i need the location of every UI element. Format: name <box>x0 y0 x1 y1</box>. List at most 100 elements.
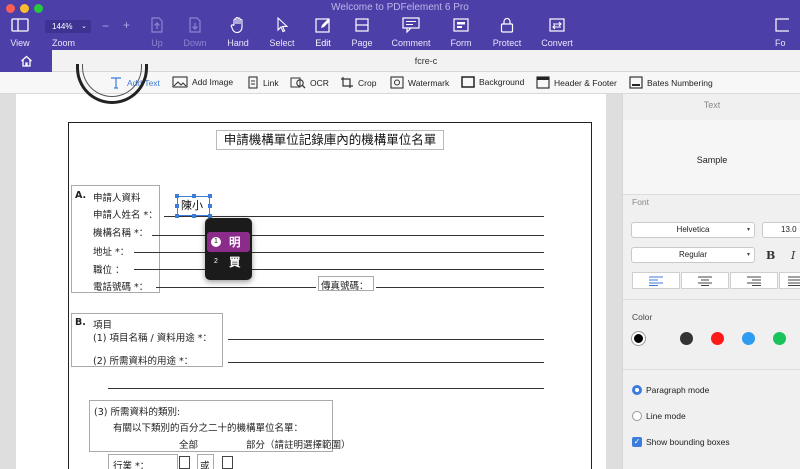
font-family-select[interactable]: Helvetica ▾ <box>631 222 755 238</box>
part-checkbox[interactable] <box>222 456 233 469</box>
align-justify-button[interactable] <box>779 272 800 289</box>
color-swatch-black-selected[interactable] <box>632 332 645 345</box>
lock-icon <box>482 16 532 34</box>
divider <box>623 369 800 370</box>
font-section-label: Font <box>632 197 650 207</box>
color-swatch-red[interactable] <box>711 332 724 345</box>
zoom-label: Zoom <box>52 38 76 48</box>
resize-handle-bm[interactable] <box>192 214 196 218</box>
align-center-button[interactable] <box>681 272 729 289</box>
comment-icon <box>386 16 436 34</box>
background-icon <box>461 76 475 88</box>
all-checkbox[interactable] <box>179 456 190 469</box>
line-mode-radio[interactable] <box>632 411 642 421</box>
watermark-button[interactable]: Watermark <box>390 76 449 89</box>
comment-tool-button[interactable]: Comment <box>386 16 436 48</box>
pdf-page[interactable]: 申請機構單位記錄庫內的機構單位名單 A. 申請人資料 申請人姓名 *： 機構名稱… <box>16 64 606 469</box>
text-edit-box[interactable]: 陳小 <box>177 196 210 216</box>
resize-handle-tl[interactable] <box>175 194 179 198</box>
org-label: 機構名稱 *： <box>93 228 149 239</box>
bates-label: Bates Numbering <box>647 77 713 88</box>
hand-tool-button[interactable]: Hand <box>213 16 263 48</box>
protect-label: Protect <box>492 38 522 48</box>
link-label: Link <box>263 77 279 88</box>
bates-numbering-button[interactable]: Bates Numbering <box>629 76 713 89</box>
font-style-value: Regular <box>678 250 707 259</box>
form-tool-button[interactable]: Form <box>436 16 486 48</box>
add-image-button[interactable]: Add Image <box>172 76 233 88</box>
panel-header: Text <box>623 100 800 124</box>
phone-line <box>156 287 316 288</box>
industry-label: 行業 *： <box>113 461 150 469</box>
resize-handle-mr[interactable] <box>208 204 212 208</box>
font-size-select[interactable]: 13.0 <box>762 222 800 238</box>
align-left-button[interactable] <box>632 272 680 289</box>
font-size-value: 13.0 <box>781 225 797 234</box>
watermark-icon <box>390 76 404 89</box>
convert-tool-button[interactable]: Convert <box>532 16 582 48</box>
document-viewport[interactable]: 申請機構單位記錄庫內的機構單位名單 A. 申請人資料 申請人姓名 *： 機構名稱… <box>0 64 622 469</box>
resize-handle-ml[interactable] <box>175 204 179 208</box>
ocr-label: OCR <box>310 77 329 88</box>
view-button[interactable]: View <box>0 16 45 48</box>
ime-candidate-char: 買 <box>229 255 241 269</box>
align-center-icon <box>698 276 712 286</box>
all-label: 全部 <box>179 440 199 451</box>
font-tool-button[interactable]: Fo <box>775 16 800 48</box>
zoom-out-button[interactable]: − <box>102 19 109 33</box>
line-mode-label: Line mode <box>646 411 686 421</box>
resize-handle-tr[interactable] <box>208 194 212 198</box>
zoom-in-button[interactable]: + <box>123 18 130 32</box>
resize-handle-tm[interactable] <box>192 194 196 198</box>
add-image-label: Add Image <box>192 77 234 87</box>
show-bounding-boxes-checkbox[interactable]: ✓ <box>632 437 642 447</box>
crop-button[interactable]: Crop <box>340 76 376 89</box>
header-footer-button[interactable]: Header & Footer <box>536 76 617 89</box>
divider <box>623 299 800 300</box>
alignment-group <box>632 272 800 289</box>
page-icon <box>337 16 387 34</box>
window-title: Welcome to PDFelement 6 Pro <box>331 2 469 13</box>
position-line <box>134 269 544 270</box>
page-label: Page <box>351 38 373 48</box>
background-button[interactable]: Background <box>461 76 524 88</box>
item2-label: (2) 所需資料的用途 *： <box>93 356 194 367</box>
link-button[interactable]: Link <box>247 76 279 89</box>
ime-candidate-1[interactable]: 1 明 <box>207 232 250 252</box>
hand-label: Hand <box>227 38 249 48</box>
phone-label: 電話號碼 *： <box>93 282 149 293</box>
view-icon <box>0 16 45 34</box>
paragraph-mode-radio[interactable] <box>632 385 642 395</box>
header-footer-label: Header & Footer <box>554 77 617 88</box>
zoom-select[interactable]: 144% ⌄ <box>45 20 91 33</box>
tab-home[interactable] <box>0 50 52 72</box>
align-right-button[interactable] <box>730 272 778 289</box>
ime-candidate-2[interactable]: 2 買 <box>207 252 250 272</box>
tab-document[interactable]: fcre-c <box>52 50 800 72</box>
font-style-select[interactable]: Regular ▾ <box>631 247 755 263</box>
fax-label: 傳真號碼： <box>321 281 369 292</box>
form-icon <box>436 16 486 34</box>
color-swatch-dark-gray[interactable] <box>680 332 693 345</box>
document-title: 申請機構單位記錄庫內的機構單位名單 <box>216 130 444 150</box>
resize-handle-bl[interactable] <box>175 214 179 218</box>
bold-button[interactable]: B <box>766 249 775 262</box>
name-line <box>164 216 544 217</box>
address-label: 地址 *： <box>93 247 130 258</box>
italic-button[interactable]: I <box>791 249 795 262</box>
home-icon <box>20 55 32 67</box>
color-swatch-green[interactable] <box>773 332 786 345</box>
ime-candidate-popup: 1 明 2 買 <box>205 218 252 280</box>
color-swatch-blue[interactable] <box>742 332 755 345</box>
section-b-letter: B. <box>75 317 86 328</box>
sample-preview-text: Sample <box>696 155 728 165</box>
paragraph-mode-label: Paragraph mode <box>646 385 710 395</box>
page-tool-button[interactable]: Page <box>337 16 387 48</box>
color-section-label: Color <box>632 312 653 322</box>
position-label: 職位 ： <box>93 265 125 276</box>
protect-tool-button[interactable]: Protect <box>482 16 532 48</box>
ocr-button[interactable]: OCR <box>290 76 329 89</box>
or-label: 或 <box>200 461 210 469</box>
align-left-icon <box>649 276 663 286</box>
item1-label: (1) 項目名稱 / 資料用途 *： <box>93 333 212 344</box>
